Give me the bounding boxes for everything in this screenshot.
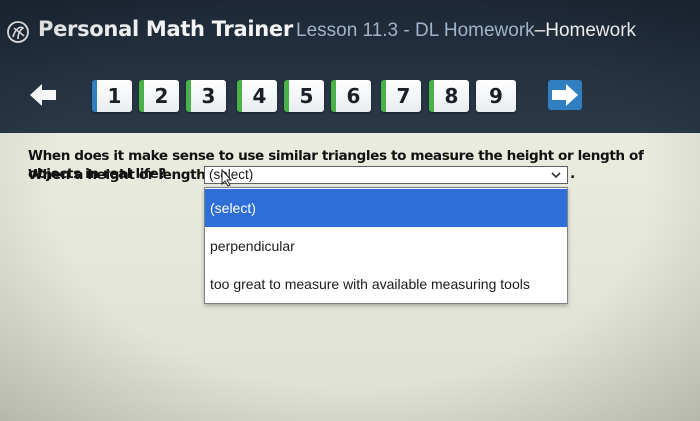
answer-lead: When a height or length is <box>28 167 222 183</box>
dropdown-option-too-great[interactable]: too great to measure with available meas… <box>205 265 567 303</box>
app-window: Personal Math Trainer Lesson 11.3 - DL H… <box>0 0 700 421</box>
page-button-2[interactable]: 2 <box>139 80 179 112</box>
answer-select[interactable]: (select) <box>204 166 568 184</box>
logo-icon <box>7 21 29 43</box>
mouse-cursor-icon <box>221 169 233 187</box>
page-button-4[interactable]: 4 <box>237 80 277 112</box>
page-button-3[interactable]: 3 <box>186 80 226 112</box>
question-panel: When does it make sense to use similar t… <box>0 133 700 421</box>
question-nav: 1 2 3 4 5 6 7 8 9 <box>0 76 700 116</box>
right-arrow-icon[interactable] <box>548 80 582 110</box>
left-arrow-icon[interactable] <box>26 80 60 110</box>
dropdown-option-perpendicular[interactable]: perpendicular <box>205 227 567 265</box>
page-button-5[interactable]: 5 <box>284 80 324 112</box>
page-button-6[interactable]: 6 <box>331 80 371 112</box>
lesson-suffix: Homework <box>545 20 637 41</box>
app-title: Personal Math Trainer <box>38 17 293 41</box>
page-button-8[interactable]: 8 <box>429 80 469 112</box>
page-button-1[interactable]: 1 <box>92 80 132 112</box>
page-button-9[interactable]: 9 <box>476 80 516 112</box>
dropdown-option-select[interactable]: (select) <box>205 189 567 227</box>
end-punctuation: . <box>570 166 576 182</box>
lesson-prefix: Lesson 11.3 - DL Homework <box>296 20 535 41</box>
lesson-separator: – <box>534 20 546 41</box>
page-button-7[interactable]: 7 <box>381 80 421 112</box>
header: Personal Math Trainer Lesson 11.3 - DL H… <box>0 0 700 133</box>
title-bar: Personal Math Trainer Lesson 11.3 - DL H… <box>0 0 700 58</box>
lesson-title: Lesson 11.3 - DL Homework–Homework <box>296 20 636 42</box>
chevron-down-icon <box>551 172 561 179</box>
select-dropdown: (select) perpendicular too great to meas… <box>204 187 568 304</box>
